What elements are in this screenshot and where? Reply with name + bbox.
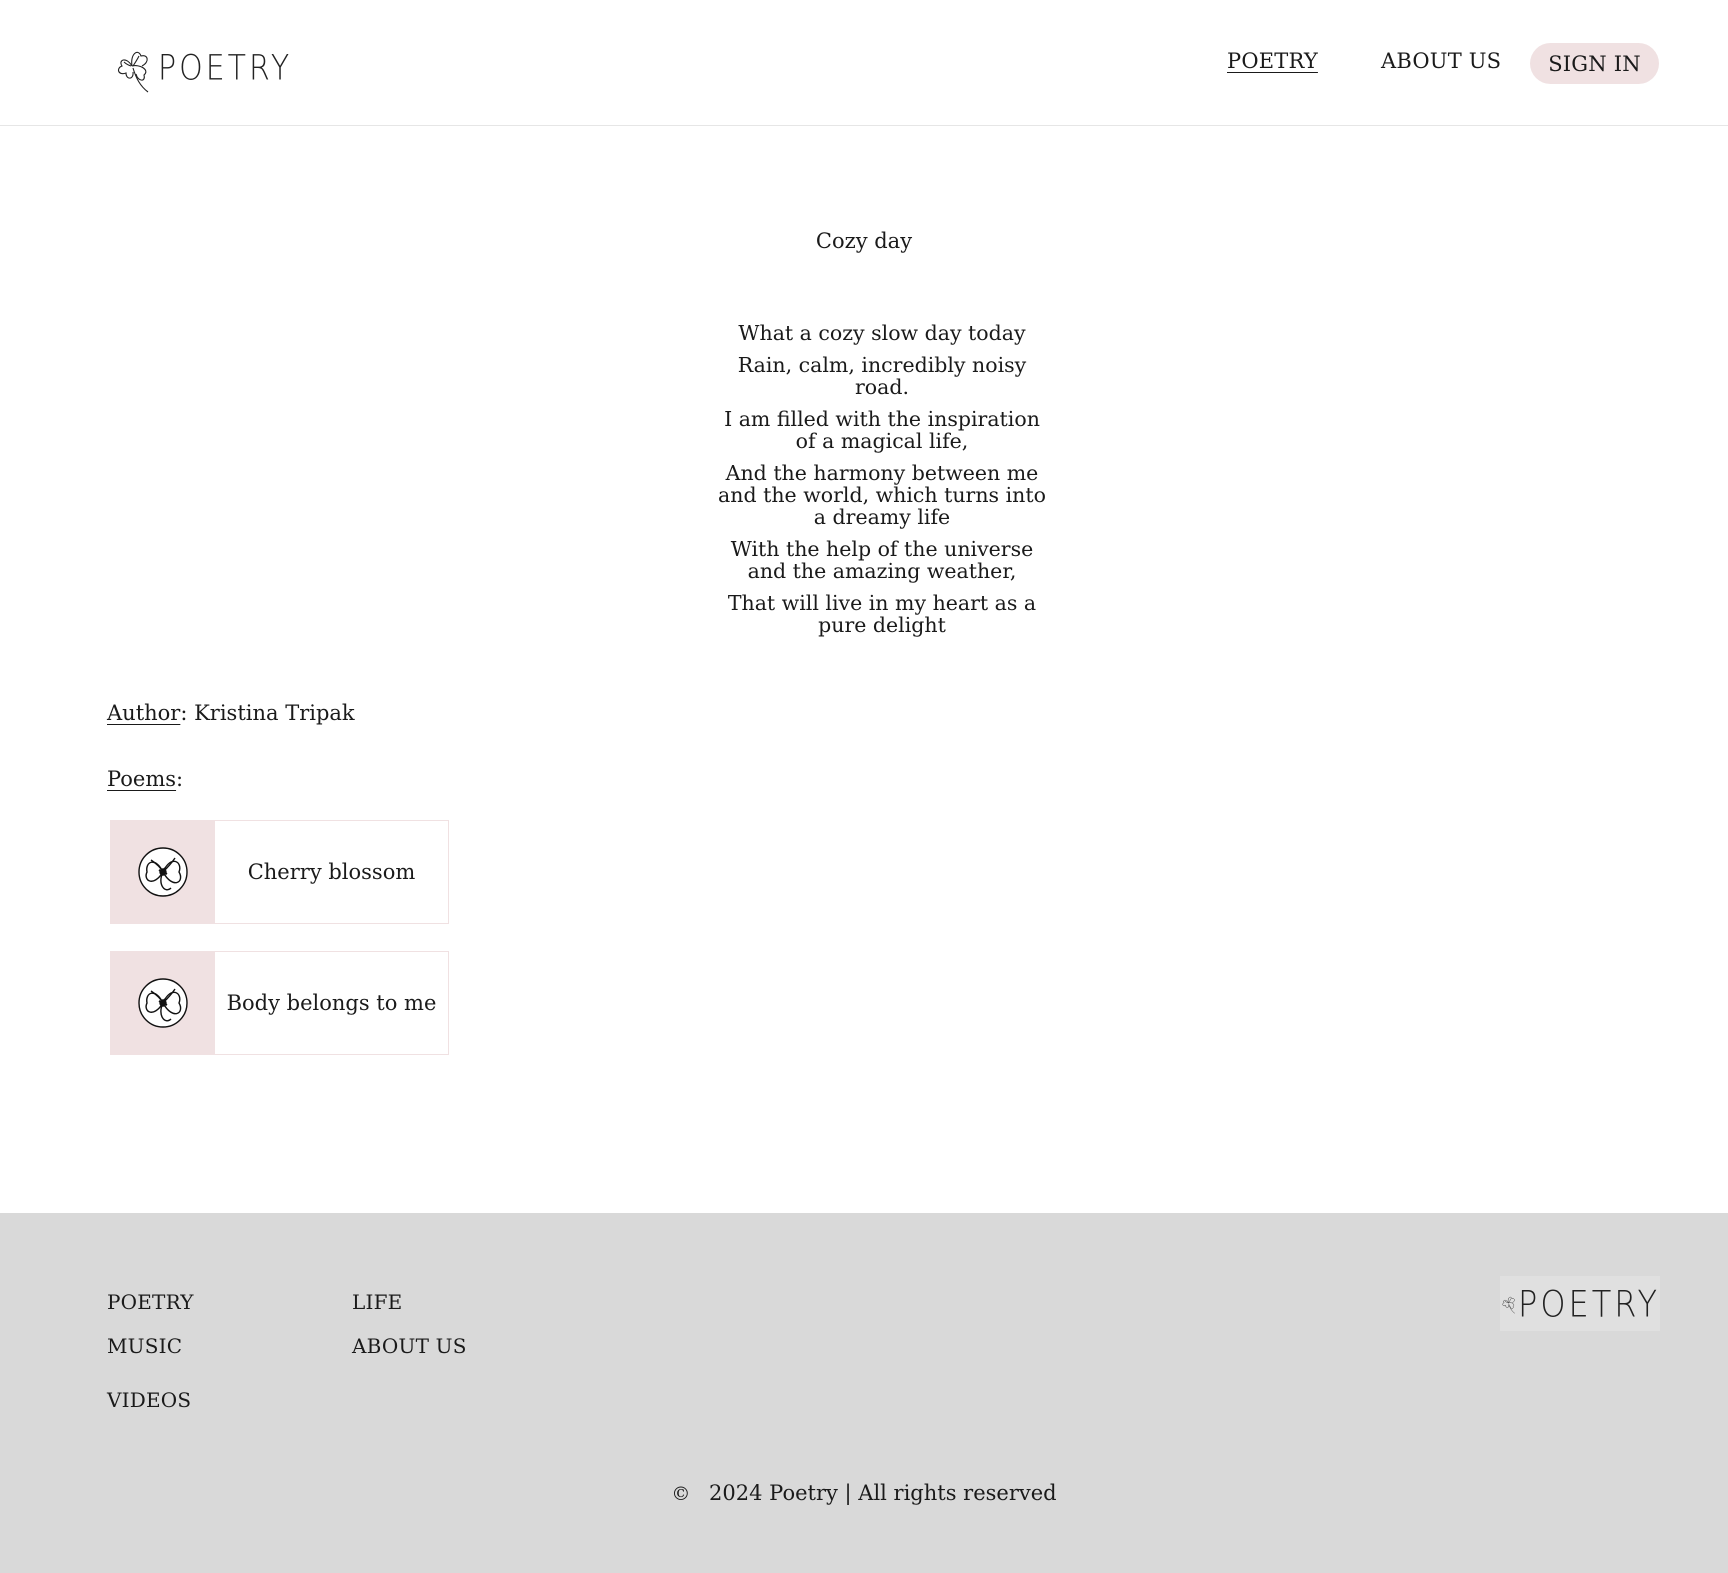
poem-line: With the help of the universe and the am… — [730, 537, 1034, 583]
footer-link-life[interactable]: LIFE — [352, 1290, 402, 1314]
poem-body: What a cozy slow day today Rain, calm, i… — [712, 322, 1052, 646]
site-footer: POETRY MUSIC VIDEOS LIFE ABOUT US POETRY… — [0, 1213, 1728, 1573]
poems-label[interactable]: Poems — [107, 767, 176, 791]
poem-card-cherry-blossom[interactable]: Cherry blossom — [110, 820, 449, 924]
copyright-symbol: © — [671, 1483, 691, 1505]
nav-poetry-link[interactable]: POETRY — [1227, 49, 1318, 73]
poems-heading: Poems: — [107, 767, 183, 791]
poem-card-title: Body belongs to me — [226, 991, 437, 1015]
site-logo[interactable]: POETRY — [112, 42, 292, 94]
poem-card-thumbnail — [111, 821, 215, 923]
poem-line: And the harmony between me and the world… — [718, 461, 1046, 529]
clover-icon — [117, 51, 149, 93]
poems-separator: : — [176, 767, 184, 791]
author-info: Author: Kristina Tripak — [107, 701, 355, 725]
footer-link-about[interactable]: ABOUT US — [352, 1334, 467, 1358]
logo-wordmark: POETRY — [158, 47, 293, 89]
sign-in-button[interactable]: SIGN IN — [1530, 43, 1659, 84]
copyright-notice: 2024 Poetry | All rights reserved — [709, 1481, 1057, 1505]
poem-line: That will live in my heart as a pure del… — [727, 591, 1037, 637]
flower-icon — [138, 978, 188, 1028]
poem-title: Cozy day — [815, 229, 913, 253]
author-label[interactable]: Author — [107, 701, 180, 725]
footer-link-music[interactable]: MUSIC — [107, 1334, 182, 1358]
flower-icon — [138, 847, 188, 897]
poem-card-body-belongs-to-me[interactable]: Body belongs to me — [110, 951, 449, 1055]
poem-line: Rain, calm, incredibly noisy road. — [737, 353, 1027, 399]
author-separator: : — [180, 701, 188, 725]
footer-link-poetry[interactable]: POETRY — [107, 1290, 194, 1314]
logo-wordmark: POETRY — [1518, 1281, 1660, 1326]
poem-line: I am filled with the inspiration of a ma… — [724, 407, 1040, 453]
clover-icon — [1502, 1296, 1515, 1314]
poem-line: What a cozy slow day today — [738, 321, 1026, 345]
nav-about-link[interactable]: ABOUT US — [1381, 49, 1501, 73]
author-name: Kristina Tripak — [194, 701, 355, 725]
poem-card-title: Cherry blossom — [247, 860, 416, 884]
poem-card-thumbnail — [111, 952, 215, 1054]
footer-link-videos[interactable]: VIDEOS — [107, 1388, 191, 1412]
copyright-text: © 2024 Poetry | All rights reserved — [0, 1481, 1728, 1505]
footer-logo[interactable]: POETRY — [1500, 1276, 1660, 1331]
site-header: POETRY POETRY ABOUT US SIGN IN — [0, 0, 1728, 126]
